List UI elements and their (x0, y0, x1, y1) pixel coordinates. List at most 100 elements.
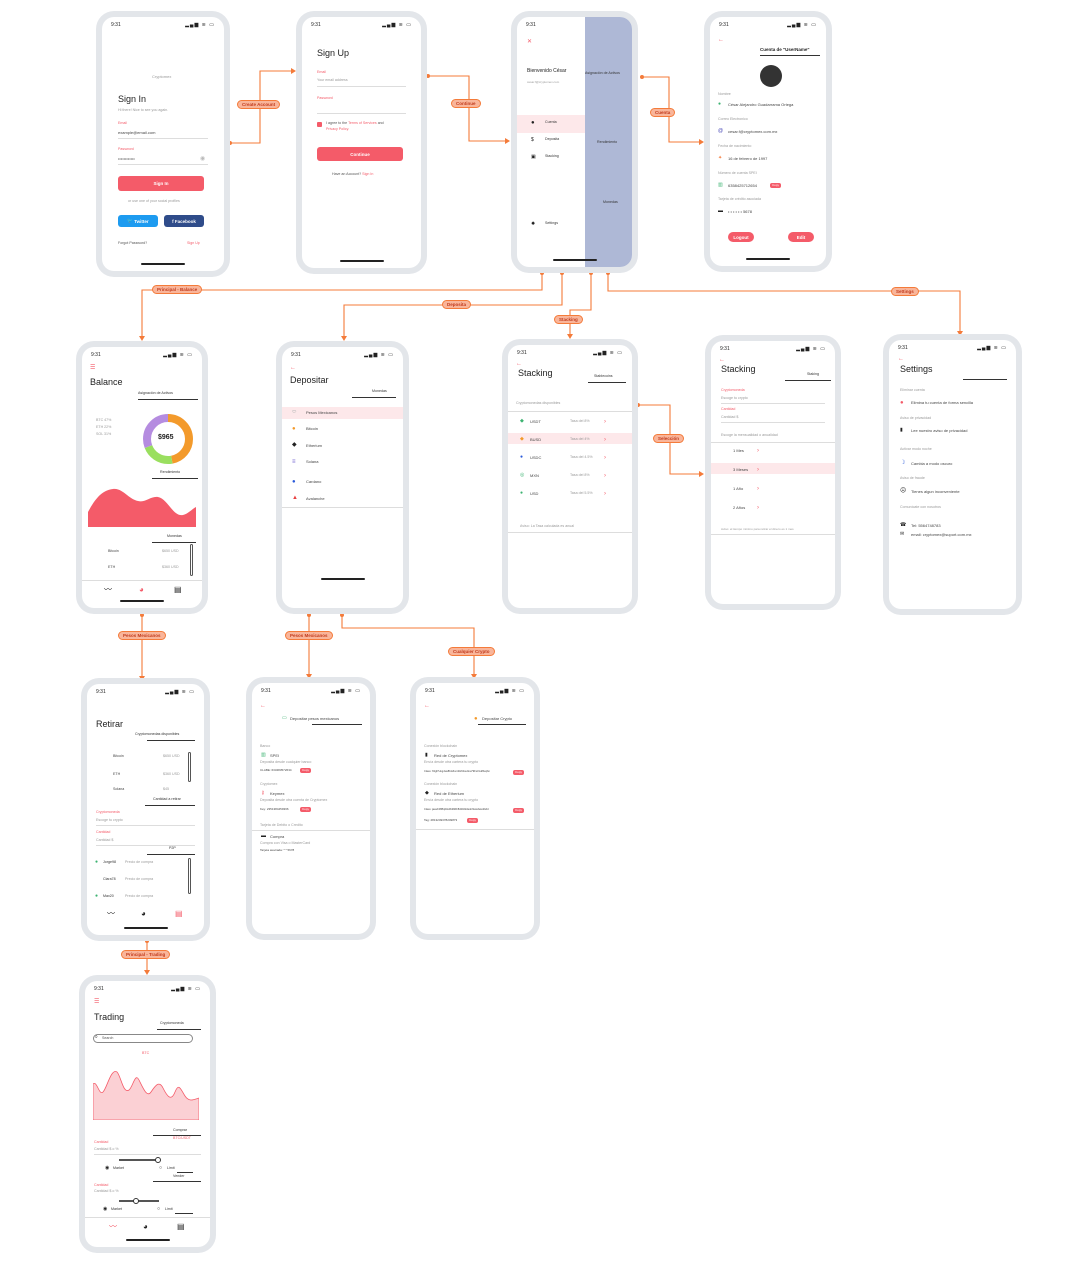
period-option[interactable]: 1 Año (733, 486, 743, 491)
email-field[interactable]: example@email.com (118, 130, 155, 135)
back-arrow-icon[interactable]: ← (516, 361, 522, 367)
tab-comprar[interactable]: Comprar (173, 1128, 187, 1133)
amount-slider[interactable] (119, 1159, 159, 1161)
menu-item-deposita[interactable]: Deposita (545, 137, 559, 142)
hamburger-icon[interactable]: ☰ (94, 999, 99, 1005)
back-arrow-icon[interactable]: ← (898, 356, 904, 362)
money-icon[interactable]: ▤ (174, 586, 182, 594)
sign-up-link[interactable]: Sign Up (187, 241, 200, 246)
coin-etherium[interactable]: Etherium (306, 443, 322, 448)
item-privacidad[interactable]: Lee nuestro aviso de privacidad (911, 428, 967, 433)
amount-slider[interactable] (119, 1200, 159, 1202)
period-option[interactable]: 3 Meses (733, 467, 748, 472)
logout-button[interactable]: Logout (728, 232, 754, 242)
chevron-right-icon[interactable]: › (604, 455, 606, 461)
scrollbar[interactable] (190, 544, 193, 576)
money-icon[interactable]: ▤ (177, 1223, 185, 1231)
item-modo-noche[interactable]: Cambia a modo oscuro (911, 461, 952, 466)
copy-button[interactable]: Copy (513, 770, 525, 775)
copy-button[interactable]: Copy (770, 183, 782, 188)
slider-handle[interactable] (155, 1157, 161, 1163)
scrollbar[interactable] (188, 752, 191, 782)
tab-rendimiento[interactable]: Rendimiento (160, 470, 180, 475)
twitter-button[interactable]: Twitter (134, 219, 148, 224)
tab-cantidad-retirar[interactable]: Cantidad a retirar (153, 797, 181, 802)
stablecoin-name[interactable]: USDT (530, 419, 541, 424)
tab-stablecoins[interactable]: Stablecoins (594, 374, 613, 379)
stablecoin-name[interactable]: BUSD (530, 437, 541, 442)
chevron-right-icon[interactable]: › (757, 467, 759, 473)
continue-button[interactable]: Continue (317, 147, 403, 161)
coin-bitcoin[interactable]: Bitcoin (306, 426, 318, 431)
tab-monedas[interactable]: Monedas (372, 389, 387, 394)
tab-monedas[interactable]: Monedas (167, 534, 182, 539)
stablecoin-name[interactable]: MXN (530, 473, 539, 478)
coin-cardano[interactable]: Cardano (306, 479, 321, 484)
method-spei[interactable]: SPEI (270, 753, 279, 758)
sign-in-link[interactable]: Sign In (362, 172, 373, 176)
chevron-right-icon[interactable]: › (757, 505, 759, 511)
pie-icon[interactable]: ◕ (143, 1223, 148, 1231)
tab-crypto-disponibles[interactable]: Cryptomonedas disponibles (135, 732, 179, 737)
facebook-button[interactable]: Facebook (175, 219, 196, 224)
crypto-input[interactable]: Escoge tu crypto (96, 818, 123, 823)
eye-icon[interactable]: ◉ (200, 156, 205, 162)
sign-in-button[interactable]: Sign In (118, 176, 204, 191)
back-arrow-icon[interactable]: ← (424, 703, 430, 709)
cantidad-input[interactable]: Cantidad $ o % (94, 1147, 119, 1152)
crypto-input[interactable]: Escoge tu crypto (721, 396, 748, 401)
chevron-right-icon[interactable]: › (604, 419, 606, 425)
chevron-right-icon[interactable]: › (757, 486, 759, 492)
edit-button[interactable]: Edit (788, 232, 814, 242)
privacy-link[interactable]: Privacy Policy. (326, 127, 349, 132)
item-eliminar[interactable]: Elimina tu cuenta de forma sencilla (911, 400, 973, 405)
back-arrow-icon[interactable]: ← (260, 703, 266, 709)
back-arrow-icon[interactable]: ← (718, 37, 724, 43)
contact-tel[interactable]: Tel: 5564748783 (911, 523, 941, 528)
checkbox[interactable] (317, 122, 322, 127)
forgot-password-link[interactable]: Forgot Password? (118, 241, 147, 246)
p2p-user[interactable]: Max20 (103, 894, 114, 899)
pie-icon[interactable]: ◕ (139, 586, 144, 594)
slider-handle[interactable] (133, 1198, 139, 1204)
search-input[interactable]: Search ⌕ (93, 1034, 193, 1043)
network-cryptomex[interactable]: Red de Cryptomex (434, 753, 467, 758)
email-input[interactable]: Your email address (317, 78, 348, 83)
copy-button[interactable]: Copy (513, 808, 525, 813)
period-option[interactable]: 1 Mes (733, 448, 744, 453)
radio-market[interactable]: ◉ (103, 1207, 107, 1212)
copy-button[interactable]: Copy (467, 818, 479, 823)
copy-button[interactable]: Copy (300, 768, 312, 773)
password-field[interactable]: •••••••••••• (118, 156, 135, 161)
menu-item-cuenta[interactable]: Cuenta (545, 120, 557, 125)
radio-limit[interactable]: ○ (157, 1207, 160, 1212)
close-icon[interactable]: ✕ (527, 39, 532, 45)
cantidad-input[interactable]: Cantidad $ (721, 415, 738, 420)
coin-solana[interactable]: Solana (306, 459, 318, 464)
cantidad-input[interactable]: Cantidad $ o % (94, 1189, 119, 1194)
tab-p2p[interactable]: P2P (169, 846, 176, 851)
back-arrow-icon[interactable]: ← (719, 357, 725, 363)
coin-avalanche[interactable]: Avalanche (306, 496, 325, 501)
stablecoin-name[interactable]: USD (530, 491, 538, 496)
chevron-right-icon[interactable]: › (604, 491, 606, 497)
period-option[interactable]: 2 Años (733, 505, 745, 510)
tab-vender[interactable]: Vender (173, 1174, 184, 1179)
cantidad-input[interactable]: Cantidad $ (96, 838, 113, 843)
trend-icon[interactable]: 〰 (109, 1223, 117, 1231)
chevron-right-icon[interactable]: › (604, 473, 606, 479)
tab-asignacion[interactable]: Asignación de Activos (138, 391, 173, 396)
method-compra[interactable]: Compra (270, 834, 284, 839)
network-etherium[interactable]: Red de Etherium (434, 791, 464, 796)
p2p-user[interactable]: Jorge98 (103, 860, 116, 865)
stablecoin-name[interactable]: USDC (530, 455, 541, 460)
radio-limit[interactable]: ○ (159, 1166, 162, 1171)
chevron-right-icon[interactable]: › (757, 448, 759, 454)
tab-cryptomoneda[interactable]: Cryptomoneda (160, 1021, 184, 1026)
method-keymex[interactable]: Keymex (270, 791, 284, 796)
scrollbar[interactable] (188, 858, 191, 894)
p2p-user[interactable]: Clara78 (103, 877, 116, 882)
hamburger-icon[interactable]: ☰ (90, 365, 95, 371)
money-icon[interactable]: ▤ (175, 910, 183, 918)
terms-link[interactable]: Terms of Services (348, 121, 377, 125)
